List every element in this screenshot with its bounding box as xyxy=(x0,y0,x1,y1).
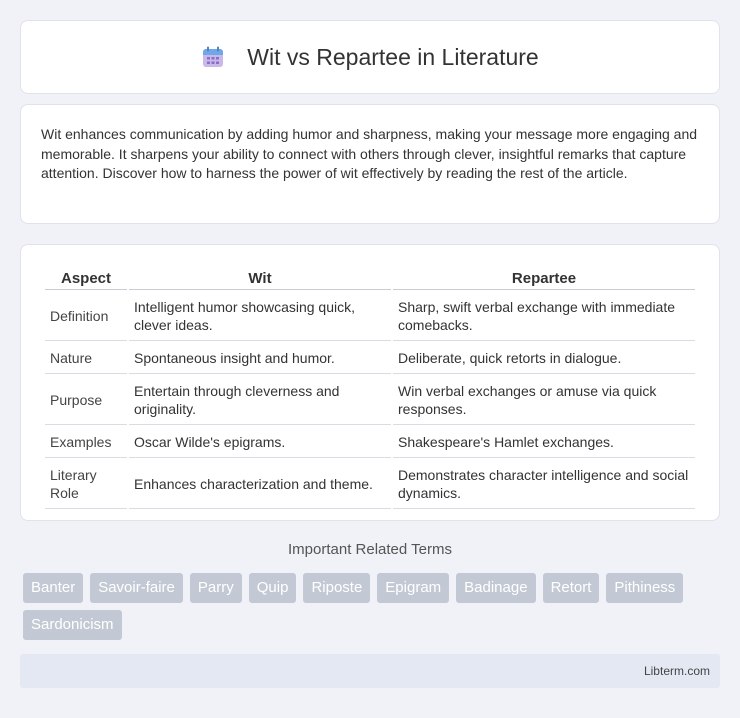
table-cell-repartee: Deliberate, quick retorts in dialogue. xyxy=(393,343,695,374)
related-term-tag[interactable]: Parry xyxy=(189,573,242,603)
related-term-tag[interactable]: Badinage xyxy=(456,573,536,603)
table-cell-wit: Spontaneous insight and humor. xyxy=(129,343,391,374)
table-cell-wit: Entertain through cleverness and origina… xyxy=(129,376,391,425)
header-card: Wit vs Repartee in Literature xyxy=(20,20,720,94)
table-cell-repartee: Sharp, swift verbal exchange with immedi… xyxy=(393,292,695,341)
table-row: Purpose Entertain through cleverness and… xyxy=(45,376,695,425)
table-header-row: Aspect Wit Repartee xyxy=(45,267,695,290)
related-term-tag[interactable]: Savoir-faire xyxy=(90,573,183,603)
table-cell-aspect: Examples xyxy=(45,427,127,458)
footer-brand-link[interactable]: Libterm.com xyxy=(644,664,710,678)
related-terms-title: Important Related Terms xyxy=(288,541,452,558)
table-cell-aspect: Literary Role xyxy=(45,460,127,509)
intro-card: Wit enhances communication by adding hum… xyxy=(20,104,720,224)
related-term-tag[interactable]: Banter xyxy=(23,573,84,603)
related-terms-list: Banter Savoir-faire Parry Quip Riposte E… xyxy=(23,573,723,640)
table-cell-wit: Oscar Wilde's epigrams. xyxy=(129,427,391,458)
related-term-tag[interactable]: Retort xyxy=(542,573,600,603)
table-cell-repartee: Shakespeare's Hamlet exchanges. xyxy=(393,427,695,458)
table-row: Definition Intelligent humor showcasing … xyxy=(45,292,695,341)
footer: Libterm.com xyxy=(20,654,720,688)
comparison-card: Aspect Wit Repartee Definition Intellige… xyxy=(20,244,720,521)
column-header-wit: Wit xyxy=(129,267,391,290)
table-row: Literary Role Enhances characterization … xyxy=(45,460,695,509)
related-term-tag[interactable]: Sardonicism xyxy=(23,610,122,640)
related-term-tag[interactable]: Quip xyxy=(248,573,297,603)
table-row: Examples Oscar Wilde's epigrams. Shakesp… xyxy=(45,427,695,458)
table-cell-repartee: Win verbal exchanges or amuse via quick … xyxy=(393,376,695,425)
column-header-aspect: Aspect xyxy=(45,267,127,290)
related-term-tag[interactable]: Epigram xyxy=(377,573,450,603)
column-header-repartee: Repartee xyxy=(393,267,695,290)
related-term-tag[interactable]: Riposte xyxy=(303,573,371,603)
table-cell-repartee: Demonstrates character intelligence and … xyxy=(393,460,695,509)
table-row: Nature Spontaneous insight and humor. De… xyxy=(45,343,695,374)
table-cell-aspect: Nature xyxy=(45,343,127,374)
table-cell-aspect: Purpose xyxy=(45,376,127,425)
related-term-tag[interactable]: Pithiness xyxy=(606,573,684,603)
table-cell-wit: Enhances characterization and theme. xyxy=(129,460,391,509)
comparison-table: Aspect Wit Repartee Definition Intellige… xyxy=(43,265,697,511)
page-title: Wit vs Repartee in Literature xyxy=(247,43,539,70)
calendar-icon xyxy=(201,45,225,69)
table-cell-wit: Intelligent humor showcasing quick, clev… xyxy=(129,292,391,341)
table-cell-aspect: Definition xyxy=(45,292,127,341)
intro-text: Wit enhances communication by adding hum… xyxy=(41,126,698,181)
